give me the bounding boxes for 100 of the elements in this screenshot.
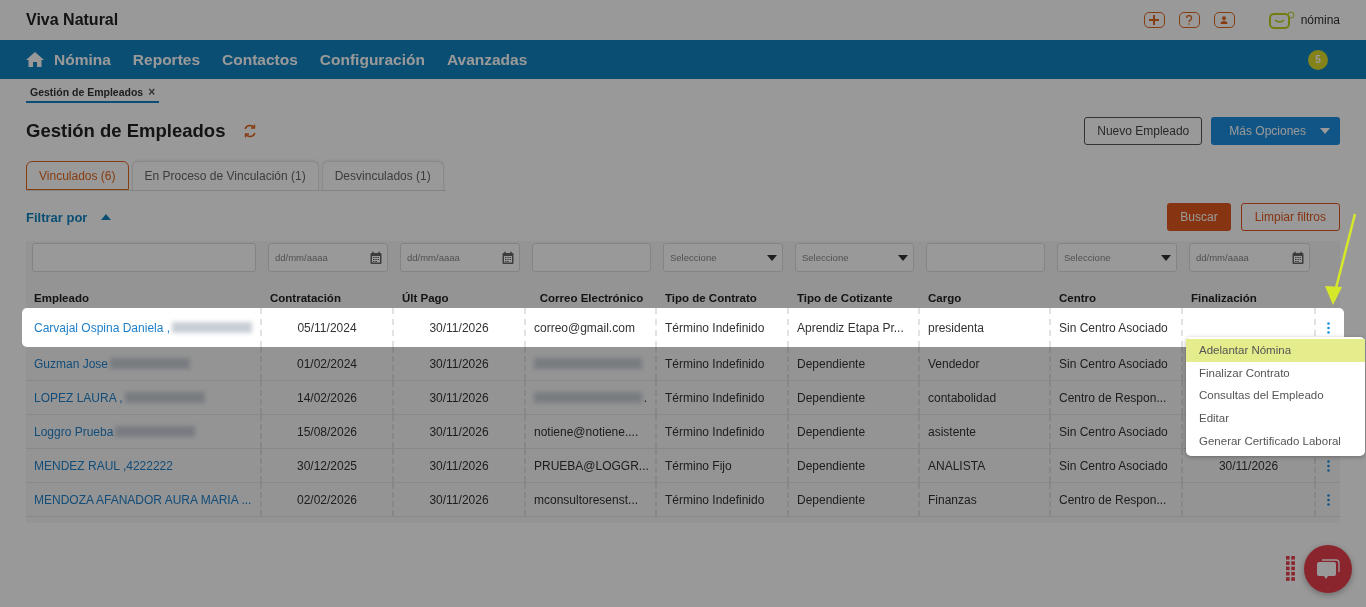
menu-item[interactable]: Finalizar Contrato	[1186, 361, 1365, 385]
nav-link[interactable]: Reportes	[132, 50, 201, 69]
table-cell: Término Indefinido	[665, 424, 765, 439]
chat-button[interactable]	[1304, 545, 1352, 593]
table-cell: ANALISTA	[928, 458, 986, 473]
table-cell: Término Indefinido	[665, 320, 765, 335]
table-cell: 30/11/2026	[429, 458, 489, 473]
select-field[interactable]: Seleccione	[1057, 243, 1177, 272]
column-header: Finalización	[1190, 290, 1258, 306]
nav-link[interactable]: Nómina	[26, 50, 111, 69]
drag-handle-icon[interactable]	[1286, 556, 1296, 582]
app-title: Viva Natural	[26, 11, 119, 29]
nav-link[interactable]: Configuración	[319, 50, 425, 69]
table-cell: .	[643, 390, 647, 405]
nav-link[interactable]: Avanzadas	[446, 50, 528, 69]
table-cell: 30/11/2026	[1218, 458, 1279, 473]
date-field[interactable]: dd/mm/aaaa	[1189, 243, 1310, 272]
employee-link[interactable]: LOPEZ LAURA ,	[34, 390, 123, 405]
column-header: Contratación	[269, 290, 342, 306]
table-cell: 30/12/2025	[296, 458, 358, 473]
column-header: Correo Electrónico	[538, 290, 645, 306]
caret-icon	[1320, 128, 1330, 134]
more-icon	[1326, 321, 1330, 334]
select-field[interactable]: Seleccione	[795, 243, 914, 272]
table-cell: presidenta	[928, 320, 985, 335]
table-cell: Sin Centro Asociado	[1059, 320, 1168, 335]
table-cell: Término Indefinido	[665, 356, 765, 371]
nav-link[interactable]: Contactos	[222, 50, 298, 69]
menu-item[interactable]: Generar Certificado Laboral	[1186, 429, 1365, 452]
column-header: Cargo	[927, 290, 963, 306]
date-field[interactable]: dd/mm/aaaa	[400, 243, 520, 272]
search-button[interactable]: Buscar	[1167, 203, 1231, 231]
more-button[interactable]	[1326, 321, 1330, 334]
select-field[interactable]: Seleccione	[663, 243, 783, 272]
table-cell: 30/11/2026	[429, 492, 489, 507]
column-header: Empleado	[33, 290, 90, 306]
smiley-logo-icon	[1268, 11, 1295, 29]
logo-text: nómina	[1300, 13, 1340, 27]
calendar-icon[interactable]	[1292, 251, 1304, 264]
caret-icon	[101, 214, 112, 220]
table-cell: Sin Centro Asociado	[1059, 458, 1168, 473]
employee-link[interactable]: Carvajal Ospina Daniela ,	[34, 320, 171, 335]
options-dropdown-button[interactable]: Más Opciones	[1211, 117, 1340, 145]
clear-filters-button[interactable]: Limpiar filtros	[1240, 203, 1340, 231]
table-cell: Dependiente	[797, 458, 866, 473]
user-button[interactable]	[1213, 12, 1235, 28]
table-cell: Finanzas	[928, 492, 977, 507]
table-cell: notiene@notiene....	[534, 424, 639, 439]
table-cell: Aprendiz Etapa Pr...	[797, 320, 904, 335]
table-cell: 30/11/2026	[429, 356, 489, 371]
table-cell: Vendedor	[928, 356, 980, 371]
more-button[interactable]	[1326, 459, 1330, 472]
tab[interactable]: En Proceso de Vinculación (1)	[131, 161, 319, 190]
question-icon	[1185, 15, 1194, 25]
column-header: Centro	[1058, 290, 1098, 306]
table-cell: 30/11/2026	[429, 424, 489, 439]
table-cell: mconsultoresenst...	[534, 492, 639, 507]
table-cell: Dependiente	[797, 492, 866, 507]
column-header: Últ Pago	[401, 290, 450, 306]
calendar-icon[interactable]	[370, 251, 382, 264]
table-cell: asistente	[928, 424, 977, 439]
breadcrumb-label: Gestión de Empleados	[30, 86, 144, 98]
table-cell: Sin Centro Asociado	[1059, 424, 1168, 439]
table-cell: Término Indefinido	[665, 492, 765, 507]
table-cell: Centro de Respon...	[1059, 492, 1167, 507]
home-icon	[26, 52, 44, 67]
help-button[interactable]	[1178, 12, 1200, 28]
more-icon	[1326, 493, 1330, 506]
close-button[interactable]: ×	[148, 86, 156, 98]
more-button[interactable]	[1326, 493, 1330, 506]
date-field[interactable]: dd/mm/aaaa	[268, 243, 388, 272]
menu-item[interactable]: Consultas del Empleado	[1186, 384, 1365, 407]
table-cell: correo@gmail.com	[534, 320, 635, 335]
add-button[interactable]	[1143, 12, 1165, 28]
table-cell: Término Indefinido	[665, 390, 765, 405]
new-employee-button[interactable]: Nuevo Empleado	[1084, 117, 1203, 145]
user-icon	[1220, 16, 1229, 24]
breadcrumb-tab[interactable]: Gestión de Empleados ×	[26, 84, 160, 103]
employee-link[interactable]: MENDEZ RAUL ,4222222	[34, 458, 173, 473]
table-cell: 14/02/2026	[296, 390, 358, 405]
calendar-icon[interactable]	[502, 251, 514, 264]
table-cell: Dependiente	[797, 424, 866, 439]
refresh-icon[interactable]	[243, 124, 258, 138]
table-cell: Dependiente	[797, 390, 866, 405]
plus-icon	[1149, 15, 1160, 25]
tab[interactable]: Desvinculados (1)	[321, 161, 444, 190]
menu-item[interactable]: Editar	[1186, 406, 1365, 430]
employee-link[interactable]: Guzman Jose	[34, 356, 109, 371]
caret-icon	[767, 254, 777, 261]
more-icon	[1326, 459, 1330, 472]
menu-item[interactable]: Adelantar Nómina	[1186, 339, 1365, 362]
employee-link[interactable]: MENDOZA AFANADOR AURA MARIA ...	[34, 492, 252, 507]
tab[interactable]: Vinculados (6)	[26, 161, 129, 190]
chat-icon	[1316, 558, 1340, 580]
table-cell: 30/11/2026	[429, 320, 489, 335]
page-title: Gestión de Empleados	[26, 120, 226, 142]
filter-toggle[interactable]: Filtrar por	[26, 209, 112, 225]
table-cell: 30/11/2026	[429, 390, 489, 405]
employee-link[interactable]: Loggro Prueba	[34, 424, 114, 439]
column-header: Tipo de Cotizante	[796, 290, 894, 306]
